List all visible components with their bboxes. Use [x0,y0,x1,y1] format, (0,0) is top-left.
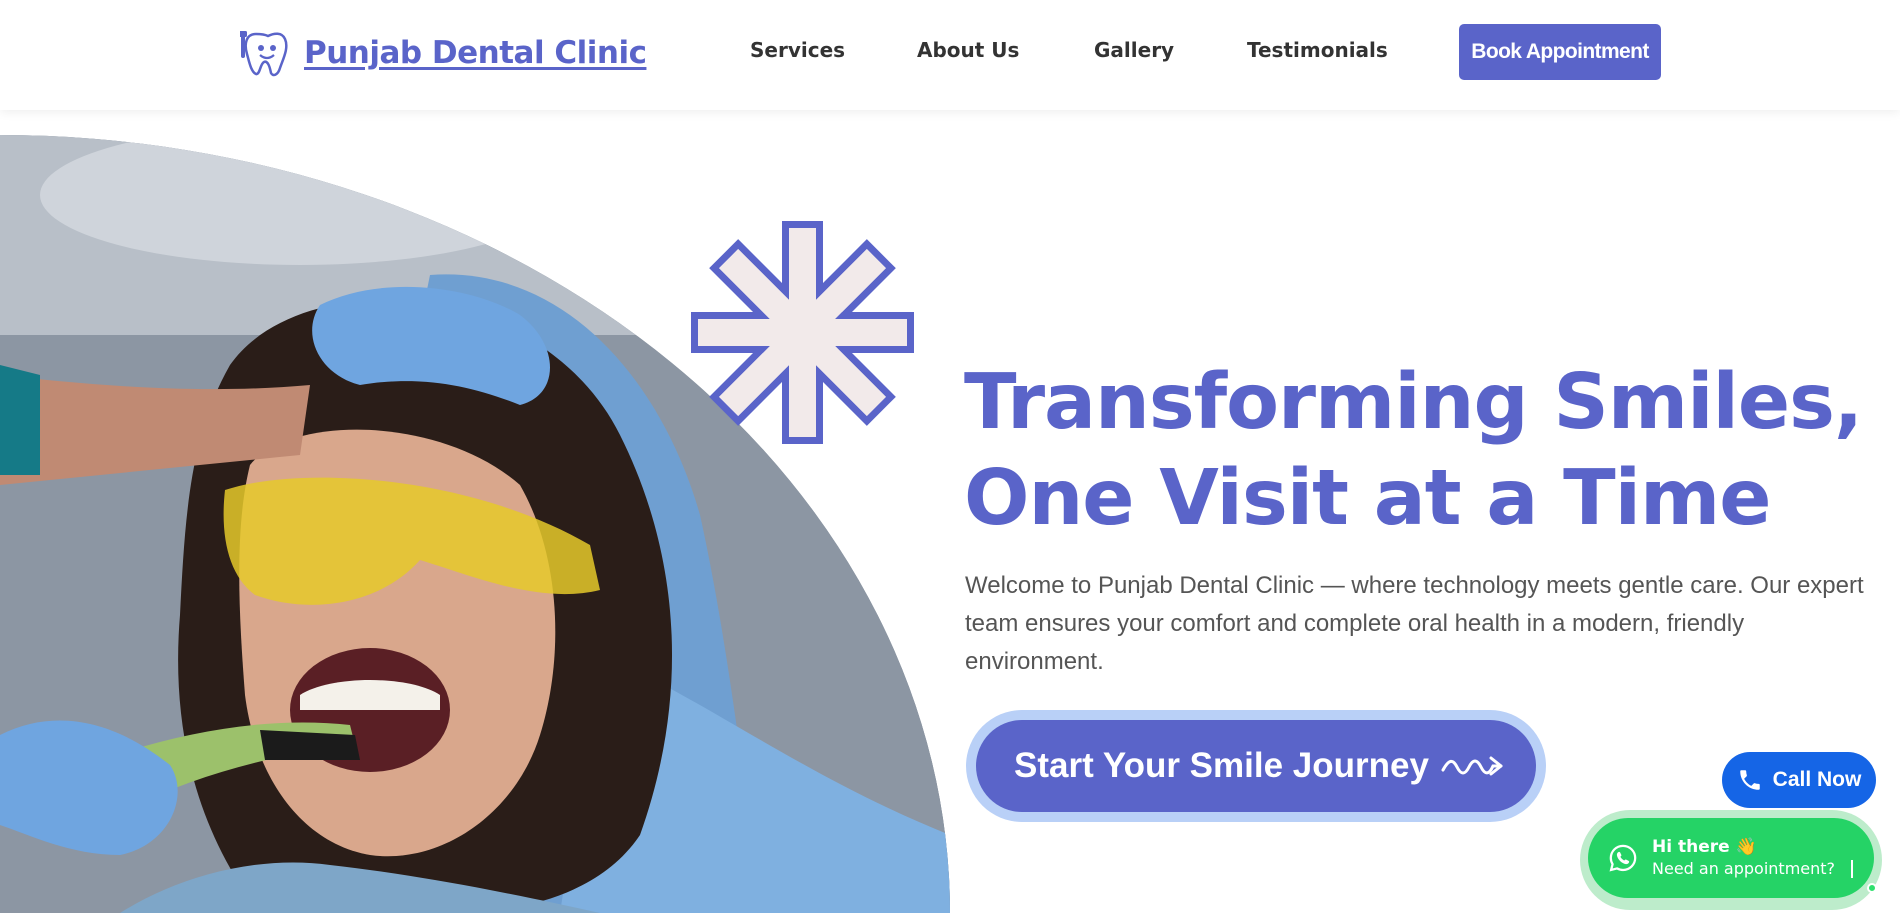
hero-intro-text: Welcome to Punjab Dental Clinic — where … [965,572,1864,675]
asterisk-star-icon [691,221,914,444]
hero-headline: Transforming Smiles, One Visit at a Time [964,355,1864,547]
whatsapp-title: Hi there 👋 [1652,837,1757,857]
phone-icon [1739,770,1760,790]
book-appointment-button[interactable]: Book Appointment [1459,24,1661,80]
nav-services[interactable]: Services [750,38,845,62]
start-smile-journey-button[interactable]: Start Your Smile Journey [976,720,1536,812]
site-header: Punjab Dental Clinic Services About Us G… [0,0,1900,110]
typing-caret [1851,860,1853,878]
whatsapp-chat-button[interactable]: Hi there 👋 Need an appointment? [1588,818,1874,898]
squiggle-arrow-icon [1441,756,1503,776]
hero-headline-line2: One Visit at a Time [964,454,1771,543]
nav-about-us[interactable]: About Us [917,38,1019,62]
hero-headline-line1: Transforming Smiles, [964,358,1863,447]
call-now-label: Call Now [1772,768,1862,791]
whatsapp-text: Hi there 👋 Need an appointment? [1652,837,1835,879]
nav-gallery[interactable]: Gallery [1094,38,1174,62]
whatsapp-icon [1609,844,1637,872]
nav-testimonials[interactable]: Testimonials [1247,38,1388,62]
call-now-button[interactable]: Call Now [1722,752,1876,808]
tooth-mascot-icon [240,31,288,77]
online-status-dot [1867,883,1877,893]
cta-label: Start Your Smile Journey [1014,746,1429,785]
brand-name[interactable]: Punjab Dental Clinic [304,35,647,71]
whatsapp-subtitle: Need an appointment? [1652,859,1836,878]
brand-logo-link[interactable]: Punjab Dental Clinic [240,28,647,78]
